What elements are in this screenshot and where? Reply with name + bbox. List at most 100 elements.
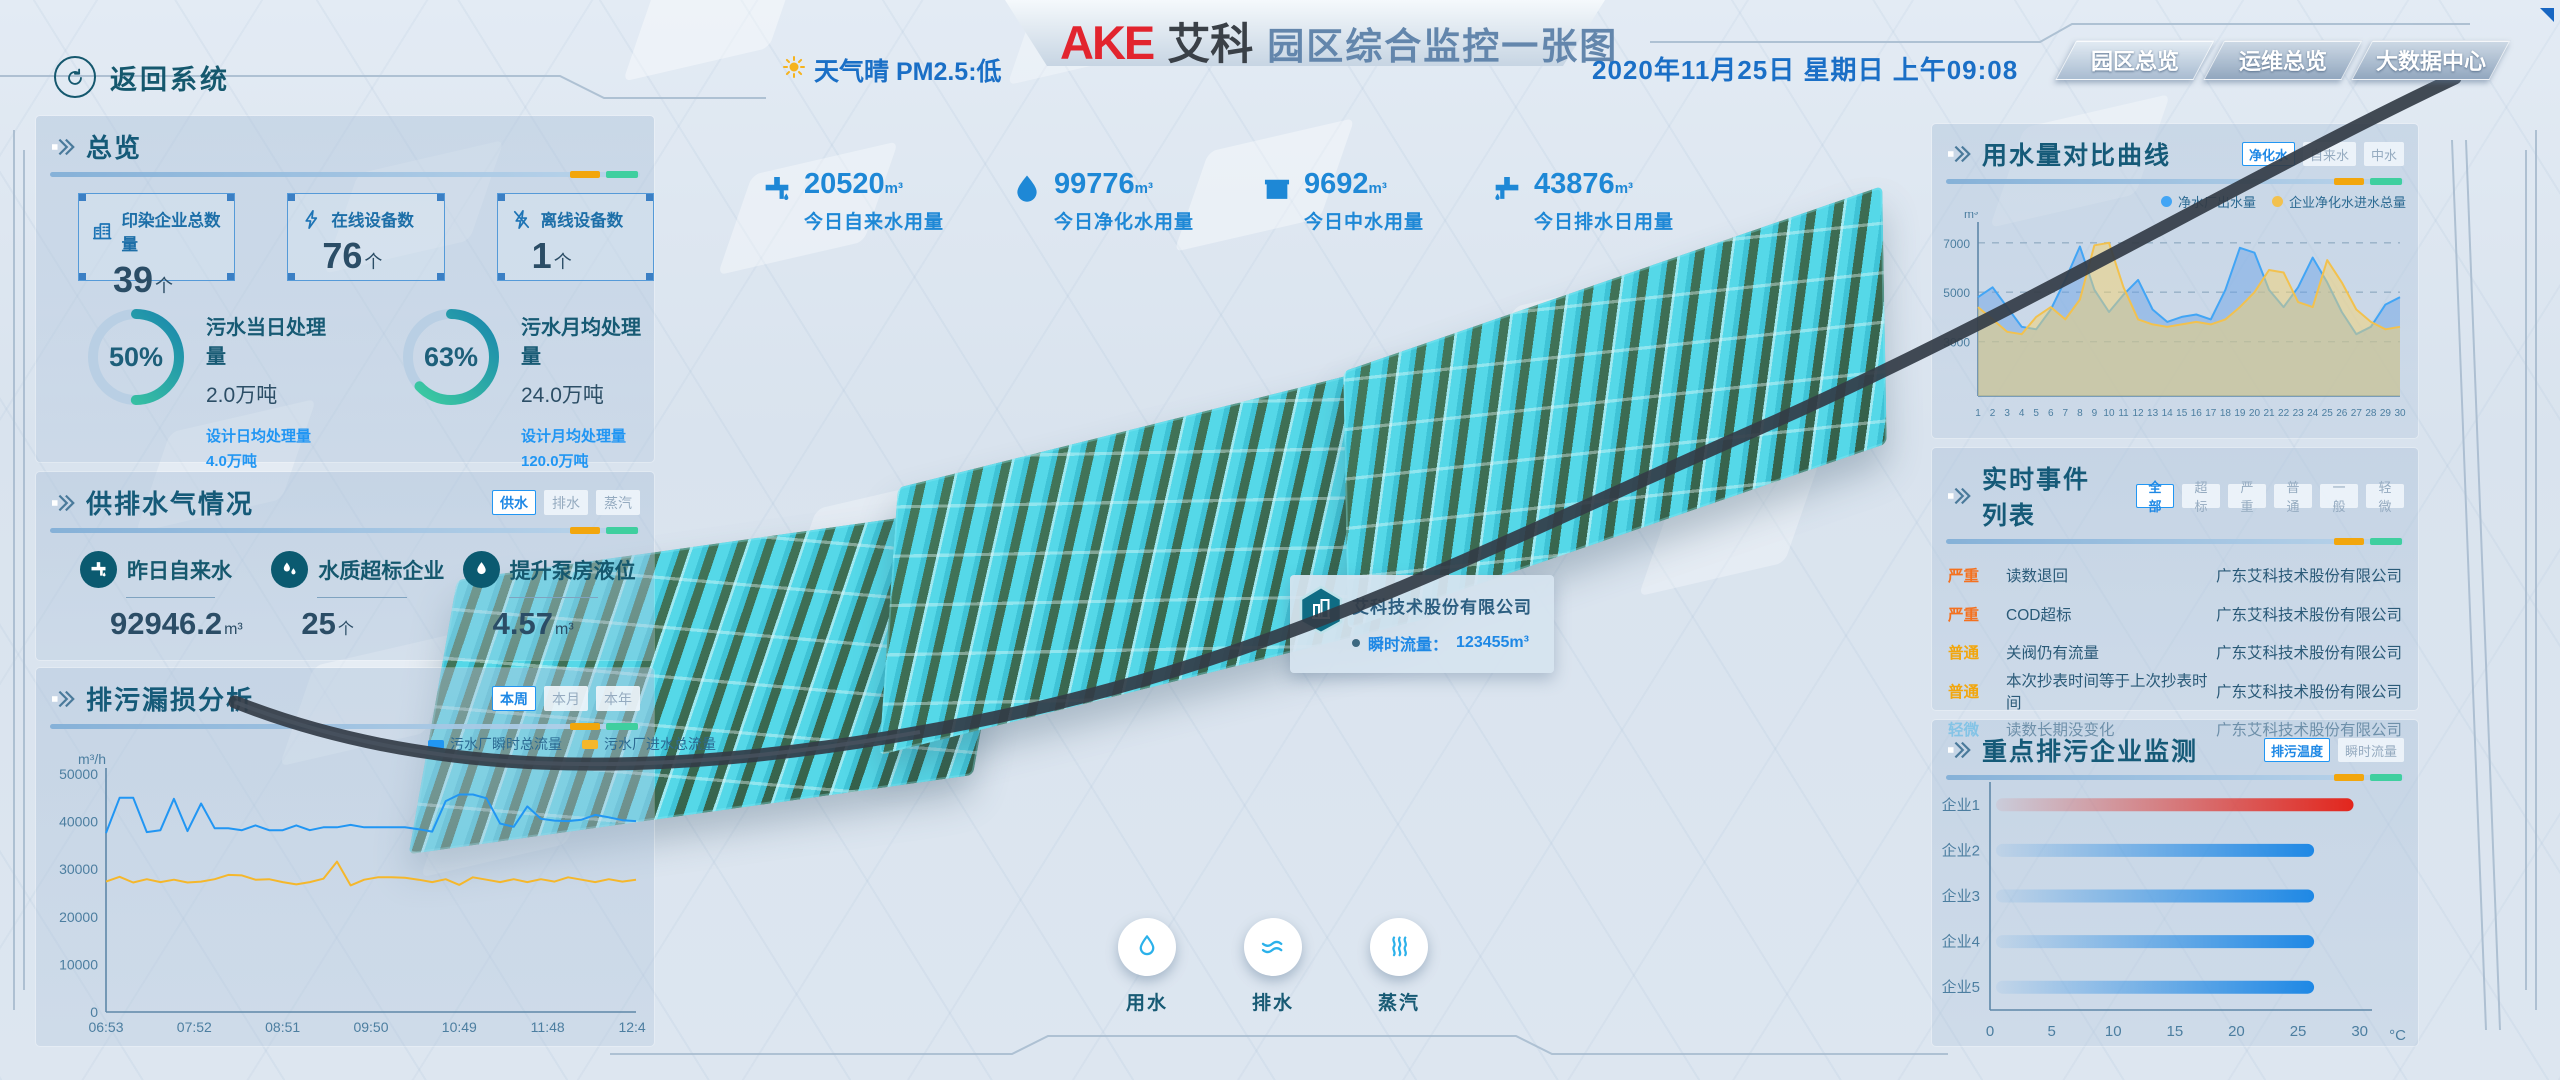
- layer-label: 排水: [1252, 988, 1294, 1015]
- water-drops-icon: [279, 559, 300, 580]
- event-list: 严重 读数退回 广东艾科技术股份有限公司 严重 COD超标 广东艾科技术股份有限…: [1932, 544, 2418, 749]
- tab[interactable]: 自来水: [2303, 142, 2356, 166]
- event-severity: 严重: [1948, 564, 2006, 586]
- usage-legend: 净水厂出水量 企业净化水进水总量: [2161, 192, 2406, 211]
- nav-tab[interactable]: 大数据中心: [2351, 40, 2510, 80]
- card-label: 离线设备数: [541, 207, 624, 231]
- svg-text:08:51: 08:51: [265, 1019, 300, 1035]
- svg-text:12:47: 12:47: [618, 1019, 646, 1035]
- svg-text:10000: 10000: [59, 956, 98, 972]
- svg-text:17: 17: [2205, 408, 2217, 419]
- city-3d-map[interactable]: [1343, 186, 1886, 629]
- svg-text:企业5: 企业5: [1942, 978, 1980, 996]
- offline-device-icon: [510, 208, 533, 231]
- svg-text:11: 11: [2118, 408, 2129, 419]
- svg-text:09:50: 09:50: [353, 1019, 388, 1035]
- panel-underline: [50, 724, 640, 729]
- company-hexagon-icon: [1298, 585, 1344, 640]
- faucet-icon: [88, 559, 109, 580]
- donut-percent: 50%: [84, 305, 188, 409]
- layer-button[interactable]: 用水: [1118, 918, 1176, 1015]
- layer-button[interactable]: 蒸汽: [1370, 918, 1428, 1015]
- tab[interactable]: 严重: [2228, 484, 2266, 508]
- donut-label: 污水当日处理量: [206, 311, 339, 369]
- event-row[interactable]: 普通 本次抄表时间等于上次抄表时间 广东艾科技术股份有限公司: [1932, 672, 2418, 711]
- usage-area-chart: 3000500070001234567891011121314151617181…: [1938, 212, 2412, 430]
- tab[interactable]: 排水: [544, 490, 588, 515]
- svg-text:22: 22: [2278, 408, 2290, 419]
- back-arrow-icon: [54, 56, 96, 98]
- back-to-system-button[interactable]: 返回系统: [54, 56, 230, 98]
- supply-stats: 昨日自来水 92946.2m³ 水质超标企业 25个: [36, 533, 654, 642]
- tab[interactable]: 中水: [2364, 142, 2404, 166]
- pollution-bar-chart: 051015202530°C企业1企业2企业3企业4企业5: [1938, 764, 2412, 1050]
- company-tooltip[interactable]: 艾科技术股份有限公司 瞬时流量： 123455m³: [1290, 575, 1554, 673]
- metric-value: 9692m³: [1304, 168, 1387, 200]
- tab[interactable]: 轻微: [2366, 484, 2404, 508]
- svg-text:13: 13: [2147, 408, 2159, 419]
- tab[interactable]: 瞬时流量: [2338, 738, 2404, 762]
- svg-text:10: 10: [2103, 408, 2115, 419]
- page-title: 园区综合监控一张图: [1267, 16, 1618, 70]
- panel-leakage: 排污漏损分析 本周本月本年 污水厂瞬时总流量 污水厂进水总流量 01000020…: [36, 668, 654, 1046]
- svg-text:14: 14: [2162, 408, 2174, 419]
- svg-text:30: 30: [2394, 408, 2406, 419]
- usage-tabs: 净化水自来水中水: [2242, 142, 2404, 166]
- event-row[interactable]: 严重 读数退回 广东艾科技术股份有限公司: [1932, 556, 2418, 595]
- svg-text:11:48: 11:48: [531, 1019, 565, 1035]
- svg-text:1: 1: [1975, 408, 1981, 419]
- tab[interactable]: 本周: [492, 686, 536, 711]
- design-label: 设计日均处理量: [206, 425, 339, 446]
- tab[interactable]: 净化水: [2242, 142, 2295, 166]
- purified-water-icon: [1010, 172, 1044, 206]
- pollution-tabs: 排污温度瞬时流量: [2264, 738, 2404, 762]
- water-use-icon: [1132, 932, 1162, 962]
- tab[interactable]: 排污温度: [2264, 738, 2330, 762]
- event-description: 读数退回: [2006, 564, 2216, 586]
- svg-text:企业2: 企业2: [1942, 841, 1980, 859]
- design-value: 120.0万吨: [521, 450, 654, 471]
- svg-text:20: 20: [2249, 408, 2261, 419]
- tab[interactable]: 一般: [2320, 484, 2358, 508]
- panel-underline: [50, 172, 640, 177]
- svg-text:2: 2: [1990, 408, 1996, 419]
- tab[interactable]: 普通: [2274, 484, 2312, 508]
- metric-value: 20520m³: [804, 168, 903, 200]
- leakage-tabs: 本周本月本年: [492, 686, 640, 711]
- pump-level-icon: [471, 559, 492, 580]
- panel-underline: [1946, 179, 2404, 184]
- nav-tab[interactable]: 运维总览: [2203, 40, 2362, 80]
- card-value: 1个: [498, 231, 653, 277]
- stat-label: 水质超标企业: [318, 555, 444, 585]
- section-arrow-icon: [52, 689, 76, 709]
- dye-factory-icon: [91, 220, 113, 243]
- tab[interactable]: 本月: [544, 686, 588, 711]
- panel-supply: 供排水气情况 供水排水蒸汽 昨日自来水 92946.2m³: [36, 472, 654, 660]
- legend-item: 污水厂瞬时总流量: [428, 734, 562, 754]
- stat-value: 4.57m³: [463, 598, 654, 642]
- svg-text:28: 28: [2365, 408, 2377, 419]
- tab[interactable]: 本年: [596, 686, 640, 711]
- layer-button[interactable]: 排水: [1244, 918, 1302, 1015]
- card-value: 76个: [288, 231, 443, 277]
- tab[interactable]: 全部: [2136, 484, 2174, 508]
- svg-text:8: 8: [2077, 408, 2083, 419]
- tab[interactable]: 蒸汽: [596, 490, 640, 515]
- tab[interactable]: 超标: [2182, 484, 2220, 508]
- panel-title: 实时事件列表: [1982, 460, 2116, 532]
- svg-text:12: 12: [2133, 408, 2145, 419]
- svg-text:06:53: 06:53: [88, 1019, 123, 1035]
- event-row[interactable]: 严重 COD超标 广东艾科技术股份有限公司: [1932, 595, 2418, 634]
- svg-text:5: 5: [2033, 408, 2039, 419]
- event-row[interactable]: 普通 关阀仍有流量 广东艾科技术股份有限公司: [1932, 633, 2418, 672]
- event-company: 广东艾科技术股份有限公司: [2216, 603, 2402, 625]
- donut-item: 50% 污水当日处理量 2.0万吨 设计日均处理量 4.0万吨: [84, 305, 339, 471]
- reclaimed-water-tank-icon: [1260, 172, 1294, 206]
- event-company: 广东艾科技术股份有限公司: [2216, 564, 2402, 586]
- svg-text:10: 10: [2105, 1023, 2122, 1040]
- nav-tab[interactable]: 园区总览: [2055, 40, 2214, 80]
- weather-text: 天气晴 PM2.5:低: [814, 52, 1002, 88]
- section-arrow-icon: [1948, 144, 1972, 164]
- tab[interactable]: 供水: [492, 490, 536, 515]
- overview-cards: 印染企业总数量 39个 在线设备数 76个 离线设备数: [36, 177, 654, 281]
